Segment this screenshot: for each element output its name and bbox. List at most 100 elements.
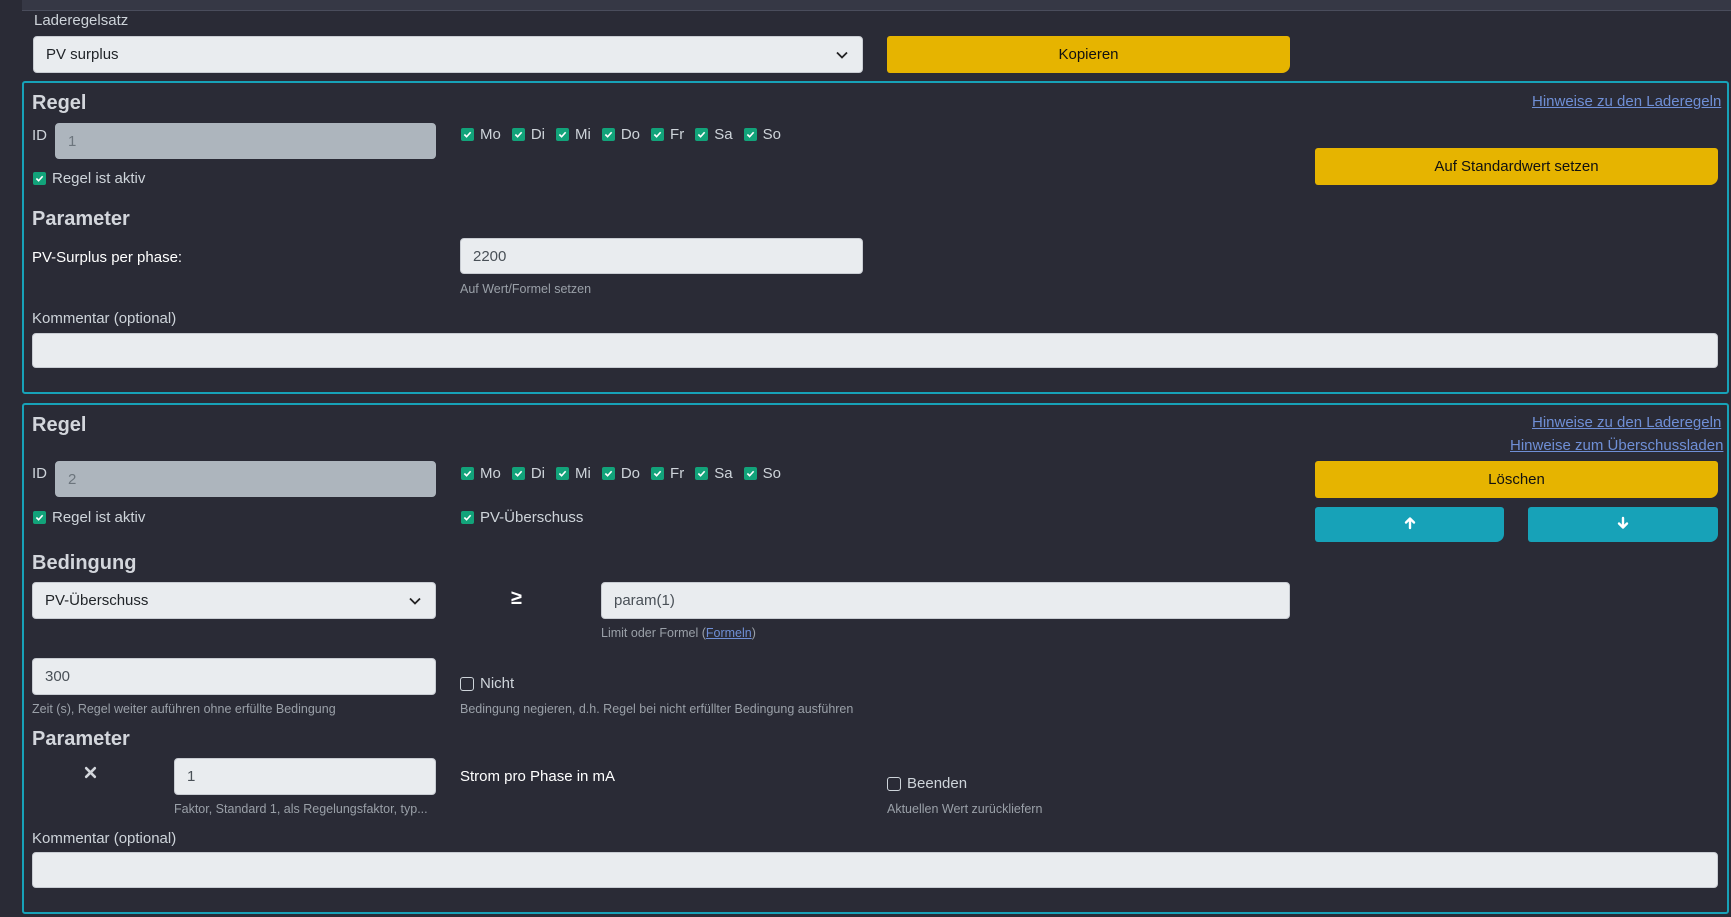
not-hint: Bedingung negieren, d.h. Regel bei nicht…: [460, 702, 854, 716]
condition-select[interactable]: PV-Überschuss: [32, 582, 436, 619]
comment-input[interactable]: [32, 333, 1718, 368]
checkbox-empty-icon: [887, 776, 901, 791]
weekday-checkboxes: Mo Di Mi Do Fr Sa So: [461, 126, 792, 143]
limit-input[interactable]: param(1): [601, 582, 1290, 619]
hint-link-surplus-charging[interactable]: Hinweise zum Überschussladen: [1510, 437, 1723, 454]
copy-button[interactable]: Kopieren: [887, 36, 1290, 73]
day-label: Mo: [480, 465, 501, 482]
comment-input[interactable]: [32, 852, 1718, 888]
check-icon: [743, 467, 757, 480]
end-checkbox[interactable]: Beenden: [887, 775, 967, 792]
rule-active-checkbox[interactable]: Regel ist aktiv: [33, 509, 145, 526]
day-fr[interactable]: Fr: [651, 126, 684, 143]
day-label: Mi: [575, 126, 591, 143]
end-hint: Aktuellen Wert zurückliefern: [887, 802, 1043, 816]
check-icon: [556, 128, 570, 141]
rule-id-field: 2: [55, 461, 436, 497]
hint-link-charge-rules[interactable]: Hinweise zu den Laderegeln: [1532, 414, 1721, 431]
day-label: Fr: [670, 465, 685, 482]
parameter-title: Parameter: [32, 208, 130, 230]
check-icon: [461, 128, 474, 141]
chevron-down-icon: [407, 593, 423, 609]
pv-surplus-per-phase-label: PV-Surplus per phase:: [32, 249, 183, 266]
arrow-down-icon: [1616, 516, 1630, 534]
day-label: Mi: [575, 465, 591, 482]
day-label: Do: [620, 465, 641, 482]
move-down-button[interactable]: [1528, 507, 1718, 542]
arrow-up-icon: [1403, 516, 1417, 534]
day-label: Sa: [714, 465, 733, 482]
limit-hint-text: Limit oder Formel (: [601, 626, 706, 640]
pv-surplus-per-phase-value: 2200: [473, 247, 507, 265]
reset-default-button[interactable]: Auf Standardwert setzen: [1315, 148, 1718, 185]
day-mo[interactable]: Mo: [461, 126, 501, 143]
check-icon: [556, 467, 570, 480]
day-di[interactable]: Di: [511, 465, 546, 482]
day-mi[interactable]: Mi: [556, 126, 591, 143]
check-icon: [651, 128, 665, 141]
check-icon: [33, 172, 46, 185]
move-up-button[interactable]: [1315, 507, 1504, 542]
day-di[interactable]: Di: [511, 126, 546, 143]
factor-input[interactable]: 1: [174, 758, 436, 795]
day-label: So: [762, 126, 781, 143]
rule-active-label: Regel ist aktiv: [52, 170, 146, 187]
day-label: So: [762, 465, 781, 482]
rule-title: Regel: [32, 414, 87, 436]
chevron-down-icon: [834, 47, 850, 63]
parameter-title: Parameter: [32, 728, 130, 750]
end-label: Beenden: [907, 775, 968, 792]
rule-id-value: 2: [68, 470, 77, 488]
time-input[interactable]: 300: [32, 658, 436, 695]
delete-button[interactable]: Löschen: [1315, 461, 1718, 498]
id-label: ID: [32, 127, 47, 144]
multiply-icon: [84, 766, 97, 783]
day-sa[interactable]: Sa: [695, 126, 733, 143]
rule-id-value: 1: [68, 132, 77, 150]
limit-value: param(1): [614, 592, 675, 609]
check-icon: [461, 467, 474, 480]
pv-surplus-checkbox[interactable]: PV-Überschuss: [461, 509, 583, 526]
pv-surplus-label: PV-Überschuss: [480, 509, 584, 526]
check-icon: [511, 128, 525, 141]
check-icon: [33, 511, 46, 524]
day-so[interactable]: So: [743, 465, 781, 482]
day-mo[interactable]: Mo: [461, 465, 501, 482]
day-label: Di: [530, 126, 546, 143]
check-icon: [601, 467, 615, 480]
time-value: 300: [45, 668, 71, 685]
day-fr[interactable]: Fr: [651, 465, 684, 482]
day-mi[interactable]: Mi: [556, 465, 591, 482]
checkbox-empty-icon: [460, 676, 474, 691]
day-so[interactable]: So: [743, 126, 781, 143]
check-icon: [601, 128, 615, 141]
hint-link-charge-rules[interactable]: Hinweise zu den Laderegeln: [1532, 93, 1721, 110]
day-label: Do: [620, 126, 641, 143]
formulas-link[interactable]: Formeln: [706, 626, 752, 640]
top-bar: [22, 0, 1731, 11]
day-sa[interactable]: Sa: [695, 465, 733, 482]
limit-hint-suffix: ): [751, 626, 756, 640]
rule-active-checkbox[interactable]: Regel ist aktiv: [33, 170, 145, 187]
day-label: Sa: [714, 126, 733, 143]
check-icon: [695, 467, 709, 480]
comment-label: Kommentar (optional): [32, 830, 177, 847]
weekday-checkboxes: Mo Di Mi Do Fr Sa So: [461, 465, 792, 482]
check-icon: [651, 467, 665, 480]
time-hint: Zeit (s), Regel weiter auführen ohne erf…: [32, 702, 336, 716]
rule-id-field: 1: [55, 123, 436, 159]
current-per-phase-label: Strom pro Phase in mA: [460, 768, 616, 785]
comment-label: Kommentar (optional): [32, 310, 177, 327]
ruleset-select[interactable]: PV surplus: [33, 36, 863, 73]
day-do[interactable]: Do: [601, 126, 641, 143]
not-checkbox[interactable]: Nicht: [460, 675, 514, 692]
factor-hint: Faktor, Standard 1, als Regelungsfaktor,…: [174, 802, 428, 816]
day-label: Di: [530, 465, 546, 482]
id-label: ID: [32, 465, 47, 482]
ruleset-label: Laderegelsatz: [34, 12, 129, 29]
limit-hint: Limit oder Formel (Formeln): [601, 626, 756, 640]
param-hint: Auf Wert/Formel setzen: [460, 282, 592, 296]
pv-surplus-per-phase-input[interactable]: 2200: [460, 238, 863, 274]
not-label: Nicht: [480, 675, 515, 692]
day-do[interactable]: Do: [601, 465, 641, 482]
